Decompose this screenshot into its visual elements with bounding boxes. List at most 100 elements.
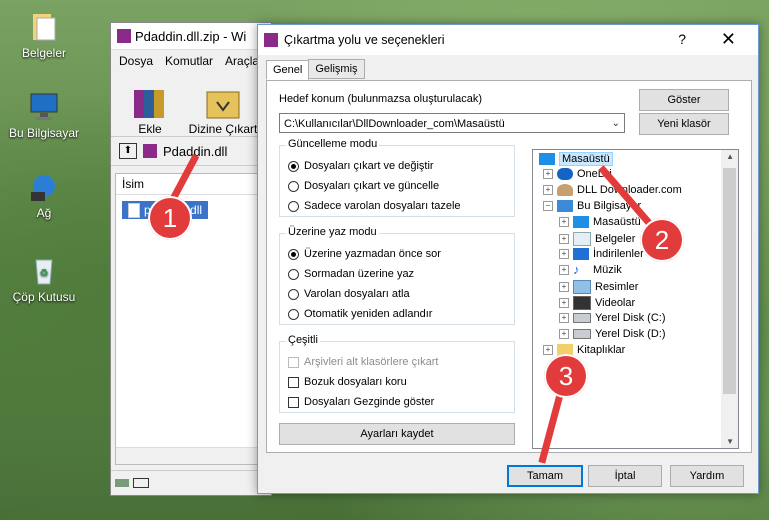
- scroll-down-icon[interactable]: ▼: [726, 437, 734, 446]
- tree-item-videolar[interactable]: + Videolar: [559, 296, 635, 310]
- menu-araclar[interactable]: Araçla: [225, 54, 259, 68]
- option-label: Varolan dosyaları atla: [304, 288, 410, 300]
- target-path-combo[interactable]: C:\Kullanıcılar\DllDownloader_com\Masaüs…: [279, 113, 625, 133]
- key-status-icon: [133, 478, 149, 488]
- tree-item-belgeler[interactable]: + Belgeler: [559, 232, 635, 246]
- expand-icon[interactable]: +: [559, 298, 569, 308]
- expand-icon[interactable]: +: [559, 249, 569, 259]
- desktop-icon-cop-kutusu[interactable]: ♻ Çöp Kutusu: [4, 256, 84, 304]
- tree-item-disk-d[interactable]: + Yerel Disk (D:): [559, 328, 666, 340]
- general-panel: Hedef konum (bulunmazsa oluşturulacak) C…: [266, 80, 752, 453]
- overwrite-option-skip[interactable]: Varolan dosyaları atla: [288, 288, 410, 300]
- option-label: Dosyaları çıkart ve değiştir: [304, 160, 434, 172]
- expand-icon[interactable]: +: [543, 345, 553, 355]
- new-folder-button[interactable]: Yeni klasör: [639, 113, 729, 135]
- tree-item-resimler[interactable]: + Resimler: [559, 280, 638, 294]
- overwrite-option-rename[interactable]: Otomatik yeniden adlandır: [288, 308, 432, 320]
- dialog-title: Çıkartma yolu ve seçenekleri: [284, 33, 445, 47]
- videos-icon: [573, 296, 591, 310]
- desktop-icon-ag[interactable]: Ağ: [4, 172, 84, 220]
- desktop-icon: [539, 153, 555, 165]
- tree-scrollbar[interactable]: ▲ ▼: [721, 150, 738, 448]
- computer-icon: [557, 200, 573, 212]
- column-name-header[interactable]: İsim: [116, 174, 270, 195]
- desktop-icon-belgeler[interactable]: Belgeler: [4, 12, 84, 60]
- dll-file-icon: [128, 202, 140, 218]
- expand-icon[interactable]: +: [559, 234, 569, 244]
- expand-icon[interactable]: +: [559, 217, 569, 227]
- tree-item-masaustu[interactable]: + Masaüstü: [559, 216, 641, 228]
- expand-icon[interactable]: +: [543, 185, 553, 195]
- ok-button[interactable]: Tamam: [507, 465, 583, 487]
- radio-selected[interactable]: [288, 160, 299, 172]
- drive-status-icon: [115, 479, 129, 487]
- horizontal-scrollbar[interactable]: [116, 447, 270, 464]
- winrar-titlebar[interactable]: Pdaddin.dll.zip - Wi: [111, 23, 271, 50]
- tab-gelismis[interactable]: Gelişmiş: [308, 59, 365, 79]
- radio[interactable]: [288, 308, 299, 320]
- computer-icon: [27, 92, 61, 122]
- checkbox[interactable]: [288, 396, 299, 408]
- up-folder-icon[interactable]: ⬆: [119, 143, 137, 159]
- radio[interactable]: [288, 268, 299, 280]
- update-option-extract-update[interactable]: Dosyaları çıkart ve güncelle: [288, 180, 439, 192]
- folder-tree[interactable]: Masaüstü + OneDri + DLL Downloader.com −…: [532, 149, 739, 449]
- tree-label: Masaüstü: [559, 152, 613, 166]
- target-label: Hedef konum (bulunmazsa oluşturulacak): [279, 93, 482, 105]
- overwrite-option-ask[interactable]: Üzerine yazmadan önce sor: [288, 248, 441, 260]
- books-icon: [130, 84, 170, 120]
- expand-icon[interactable]: +: [559, 329, 569, 339]
- show-button[interactable]: Göster: [639, 89, 729, 111]
- tab-genel[interactable]: Genel: [266, 60, 310, 80]
- option-label: Sadece varolan dosyaları tazele: [304, 200, 461, 212]
- radio[interactable]: [288, 200, 299, 212]
- misc-option-show-explorer[interactable]: Dosyaları Gezginde göster: [288, 396, 434, 408]
- step-marker-2: 2: [640, 218, 684, 262]
- option-label: Arşivleri alt klasörlere çıkart: [304, 356, 439, 368]
- save-settings-button[interactable]: Ayarları kaydet: [279, 423, 515, 445]
- help-icon[interactable]: ?: [678, 31, 686, 47]
- cancel-button[interactable]: İptal: [588, 465, 662, 487]
- extract-to-label: Dizine Çıkart: [188, 122, 258, 136]
- tree-label: Masaüstü: [593, 216, 641, 228]
- chevron-down-icon[interactable]: ⌄: [612, 114, 620, 134]
- scroll-up-icon[interactable]: ▲: [726, 152, 734, 161]
- tree-item-kitapliklar[interactable]: + Kitaplıklar: [543, 344, 625, 356]
- winrar-statusbar: [111, 470, 271, 495]
- update-option-extract-replace[interactable]: Dosyaları çıkart ve değiştir: [288, 160, 434, 172]
- extract-options-dialog: Çıkartma yolu ve seçenekleri ? ✕ Genel G…: [257, 24, 759, 494]
- radio[interactable]: [288, 180, 299, 192]
- desktop-icon-bu-bilgisayar[interactable]: Bu Bilgisayar: [4, 92, 84, 140]
- dialog-titlebar[interactable]: Çıkartma yolu ve seçenekleri ? ✕: [258, 25, 758, 55]
- misc-option-keep-broken[interactable]: Bozuk dosyaları koru: [288, 376, 407, 388]
- radio[interactable]: [288, 288, 299, 300]
- expand-icon[interactable]: +: [559, 313, 569, 323]
- menu-dosya[interactable]: Dosya: [119, 54, 153, 68]
- radio-selected[interactable]: [288, 248, 299, 260]
- extract-folder-icon: [203, 84, 243, 120]
- misc-title: Çeşitli: [286, 334, 320, 346]
- option-label: Otomatik yeniden adlandır: [304, 308, 433, 320]
- tree-item-masaustu-root[interactable]: Masaüstü: [539, 152, 613, 166]
- add-button[interactable]: Ekle: [123, 84, 177, 136]
- menu-komutlar[interactable]: Komutlar: [165, 54, 213, 68]
- expand-icon[interactable]: +: [559, 282, 569, 292]
- checkbox[interactable]: [288, 376, 299, 388]
- tree-label: Kitaplıklar: [577, 344, 626, 356]
- tree-item-muzik[interactable]: + ♪ Müzik: [559, 263, 622, 276]
- option-label: Dosyaları Gezginde göster: [304, 396, 435, 408]
- archive-icon: [143, 144, 157, 158]
- close-icon[interactable]: ✕: [721, 29, 736, 50]
- winrar-window: Pdaddin.dll.zip - Wi Dosya Komutlar Araç…: [110, 22, 272, 496]
- help-button[interactable]: Yardım: [670, 465, 744, 487]
- extract-to-button[interactable]: Dizine Çıkart: [187, 84, 259, 136]
- expand-icon[interactable]: +: [543, 169, 553, 179]
- update-option-freshen[interactable]: Sadece varolan dosyaları tazele: [288, 200, 461, 212]
- tree-item-disk-c[interactable]: + Yerel Disk (C:): [559, 312, 666, 324]
- overwrite-option-without-prompt[interactable]: Sormadan üzerine yaz: [288, 268, 414, 280]
- onedrive-icon: [557, 168, 573, 180]
- tree-item-indirilenler[interactable]: + İndirilenler: [559, 248, 644, 260]
- collapse-icon[interactable]: −: [543, 201, 553, 211]
- expand-icon[interactable]: +: [559, 265, 569, 275]
- scrollbar-thumb[interactable]: [723, 168, 736, 394]
